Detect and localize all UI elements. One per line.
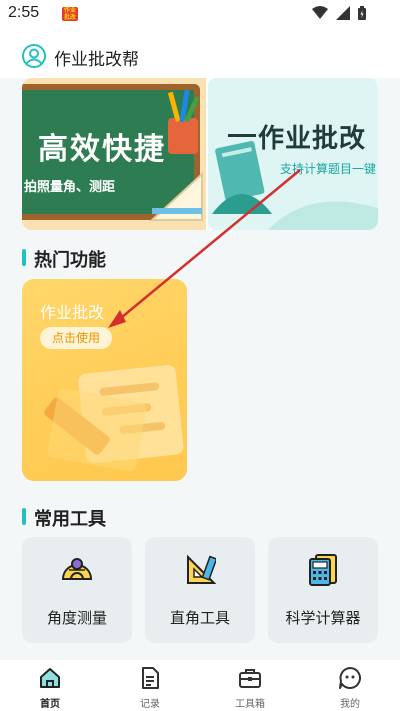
tool-label: 直角工具 xyxy=(169,609,230,627)
nav-item-mine[interactable]: 我的 xyxy=(300,660,400,711)
nav-label: 工具箱 xyxy=(235,699,265,710)
page-title: 作业批改帮 xyxy=(54,50,139,70)
nav-label: 首页 xyxy=(40,699,60,710)
bottom-nav: 首页 记录 工具箱 我的 xyxy=(0,660,400,711)
banner-left-subtitle: 拍照量角、测距 xyxy=(24,180,116,195)
pencil-cup-illustration xyxy=(167,89,200,154)
app-header: 作业批改帮 xyxy=(0,28,400,78)
tool-angle-measure[interactable]: 角度测量 xyxy=(22,537,132,643)
user-avatar-icon[interactable] xyxy=(22,44,46,68)
tool-right-angle[interactable]: 直角工具 xyxy=(145,537,255,643)
nav-item-home[interactable]: 首页 xyxy=(0,660,100,711)
set-square-icon xyxy=(187,554,216,584)
toolbox-icon xyxy=(239,669,261,688)
tool-label: 角度测量 xyxy=(46,609,107,627)
feature-card-homework-grading[interactable]: 作业批改 点击使用 xyxy=(22,279,187,481)
triangle-ruler-illustration xyxy=(149,171,203,221)
feature-card-title: 作业批改 xyxy=(40,303,105,322)
use-now-button[interactable]: 点击使用 xyxy=(40,327,112,349)
tools-section-title: 常用工具 xyxy=(22,505,106,531)
banner-slide-grading[interactable]: 作业批改 支持计算题目一键 xyxy=(208,78,378,230)
calculator-icon xyxy=(309,554,337,586)
protractor-icon xyxy=(61,558,93,580)
banner-carousel[interactable]: 高效快捷 拍照量角、测距 作业批改 支持计算题目一键 xyxy=(22,78,378,230)
nav-label: 我的 xyxy=(340,699,360,710)
status-time: 2:55 xyxy=(8,4,40,21)
nav-item-toolbox[interactable]: 工具箱 xyxy=(200,660,300,711)
banner-right-subtitle: 支持计算题目一键 xyxy=(280,162,377,176)
banner-right-title: 作业批改 xyxy=(258,124,367,154)
tools-row: 角度测量 直角工具 科学计算器 xyxy=(22,537,378,643)
notification-app-icon: 作业 批改 xyxy=(62,7,78,21)
leaf-illustration xyxy=(268,201,378,230)
nav-label: 记录 xyxy=(140,699,160,710)
status-bar: 2:55 作业 批改 xyxy=(0,0,400,28)
home-icon xyxy=(40,668,60,688)
smiley-icon xyxy=(339,667,361,689)
paper-pencil-illustration xyxy=(44,365,184,472)
battery-icon xyxy=(358,6,366,20)
nav-item-records[interactable]: 记录 xyxy=(100,660,200,711)
notebook-illustration xyxy=(212,141,272,214)
tool-label: 科学计算器 xyxy=(285,609,361,627)
hot-section-title: 热门功能 xyxy=(22,246,106,272)
wifi-icon xyxy=(312,6,328,19)
banner-slide-measure[interactable]: 高效快捷 拍照量角、测距 xyxy=(22,78,206,230)
signal-icon xyxy=(336,6,350,20)
tool-scientific-calculator[interactable]: 科学计算器 xyxy=(268,537,378,643)
status-indicators xyxy=(312,6,366,20)
banner-left-title: 高效快捷 xyxy=(38,132,166,167)
document-icon xyxy=(142,667,159,689)
